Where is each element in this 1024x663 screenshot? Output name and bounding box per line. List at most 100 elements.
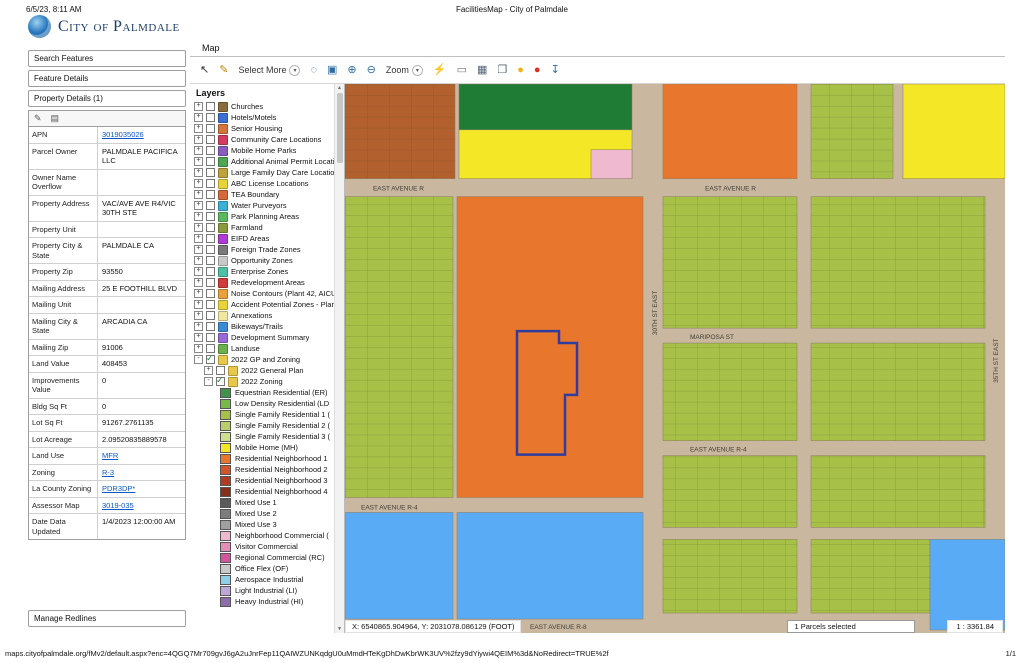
layer-item[interactable]: + Accident Potential Zones - Plant [190,299,334,310]
expander-icon[interactable]: + [194,124,203,133]
layer-checkbox[interactable] [206,102,215,111]
layer-item[interactable]: + EIFD Areas [190,233,334,244]
measure-icon[interactable]: ⚡ [433,65,447,76]
manage-redlines-button[interactable]: Manage Redlines [28,610,186,627]
expander-icon[interactable]: + [194,201,203,210]
layer-checkbox[interactable] [206,223,215,232]
layer-item[interactable]: - 2022 Zoning [200,376,334,387]
scrollbar-thumb[interactable] [337,93,343,163]
layer-item[interactable]: + Foreign Trade Zones [190,244,334,255]
layer-checkbox[interactable] [216,377,225,386]
layer-checkbox[interactable] [206,168,215,177]
layer-item[interactable]: + Farmland [190,222,334,233]
expander-icon[interactable]: + [194,212,203,221]
map-canvas[interactable]: EAST AVENUE R EAST AVENUE R 30TH ST EAST… [345,84,1005,633]
expander-icon[interactable]: + [194,102,203,111]
layer-item[interactable]: + 2022 General Plan [200,365,334,376]
layer-item[interactable]: + Churches [190,101,334,112]
expander-icon[interactable]: + [194,300,203,309]
expander-icon[interactable]: + [194,135,203,144]
zoom-out-icon[interactable]: ⊖ [367,65,376,76]
layer-checkbox[interactable] [206,289,215,298]
expander-icon[interactable]: + [194,311,203,320]
expander-icon[interactable]: + [194,278,203,287]
google-maps-icon[interactable]: ● [534,65,541,76]
edit-icon[interactable]: ✎ [34,113,42,124]
layer-item[interactable]: + ABC License Locations [190,178,334,189]
scroll-up-icon[interactable]: ▲ [337,85,342,91]
tab-map[interactable]: Map [202,43,220,53]
layer-checkbox[interactable] [206,344,215,353]
layer-item[interactable]: + Additional Animal Permit Location [190,156,334,167]
layer-item[interactable]: + Community Care Locations [190,134,334,145]
expander-icon[interactable]: + [194,190,203,199]
layer-checkbox[interactable] [206,113,215,122]
download-icon[interactable]: ↧ [551,65,560,76]
layers-scrollbar[interactable]: ▲ ▼ [334,84,344,633]
layer-item[interactable]: + Large Family Day Care Location [190,167,334,178]
layer-checkbox[interactable] [206,124,215,133]
layer-item[interactable]: + TEA Boundary [190,189,334,200]
expander-icon[interactable]: - [204,377,213,386]
expander-icon[interactable]: + [194,289,203,298]
field-value[interactable]: 3019-035 [98,498,185,514]
layer-item[interactable]: + Senior Housing [190,123,334,134]
layer-item[interactable]: - 2022 GP and Zoning [190,354,334,365]
expander-icon[interactable]: + [194,322,203,331]
field-value[interactable]: MFR [98,448,185,464]
full-extent-icon[interactable]: ▣ [327,65,337,76]
layer-checkbox[interactable] [206,135,215,144]
layer-checkbox[interactable] [206,190,215,199]
layer-item[interactable]: + Bikeways/Trails [190,321,334,332]
layer-checkbox[interactable] [206,333,215,342]
expander-icon[interactable]: + [194,146,203,155]
layer-checkbox[interactable] [206,322,215,331]
expander-icon[interactable]: + [194,256,203,265]
expander-icon[interactable]: + [204,366,213,375]
field-value[interactable]: R-3 [98,465,185,481]
scroll-down-icon[interactable]: ▼ [337,626,342,632]
layer-item[interactable]: + Water Purveyors [190,200,334,211]
draw-tool-icon[interactable]: ✎ [219,65,228,76]
zoom-in-icon[interactable]: ⊕ [347,65,356,76]
section-search-features[interactable]: Search Features [28,50,186,67]
layer-checkbox[interactable] [216,366,225,375]
layer-checkbox[interactable] [206,355,215,364]
map-image[interactable]: EAST AVENUE R EAST AVENUE R 30TH ST EAST… [345,84,1005,633]
layer-item[interactable]: + Annexations [190,310,334,321]
zoom-dropdown[interactable]: Zoom ▾ [386,65,423,76]
layer-item[interactable]: + Mobile Home Parks [190,145,334,156]
layer-checkbox[interactable] [206,234,215,243]
layer-item[interactable]: + Development Summary [190,332,334,343]
layer-item[interactable]: + Opportunity Zones [190,255,334,266]
bing-maps-icon[interactable]: ● [517,65,524,76]
layer-checkbox[interactable] [206,311,215,320]
expander-icon[interactable]: + [194,245,203,254]
expander-icon[interactable]: + [194,344,203,353]
scale-bar-icon[interactable]: ▭ [457,65,467,76]
section-property-details[interactable]: Property Details (1) [28,90,186,107]
layer-item[interactable]: + Enterprise Zones [190,266,334,277]
layer-item[interactable]: + Park Planning Areas [190,211,334,222]
expander-icon[interactable]: + [194,168,203,177]
layer-checkbox[interactable] [206,157,215,166]
layer-checkbox[interactable] [206,179,215,188]
expander-icon[interactable]: + [194,113,203,122]
expander-icon[interactable]: + [194,234,203,243]
print-icon[interactable]: ❐ [497,65,507,76]
field-value[interactable]: PDR3DP* [98,481,185,497]
select-more-dropdown[interactable]: Select More ▾ [238,65,300,76]
layer-checkbox[interactable] [206,256,215,265]
expander-icon[interactable]: + [194,179,203,188]
layer-checkbox[interactable] [206,212,215,221]
report-icon[interactable]: ▤ [51,113,60,124]
layer-item[interactable]: + Landuse [190,343,334,354]
expander-icon[interactable]: + [194,223,203,232]
expander-icon[interactable]: + [194,267,203,276]
layer-checkbox[interactable] [206,278,215,287]
layer-checkbox[interactable] [206,245,215,254]
layer-item[interactable]: + Noise Contours (Plant 42, AICUZ [190,288,334,299]
expander-icon[interactable]: - [194,355,203,364]
layer-item[interactable]: + Hotels/Motels [190,112,334,123]
expander-icon[interactable]: + [194,333,203,342]
